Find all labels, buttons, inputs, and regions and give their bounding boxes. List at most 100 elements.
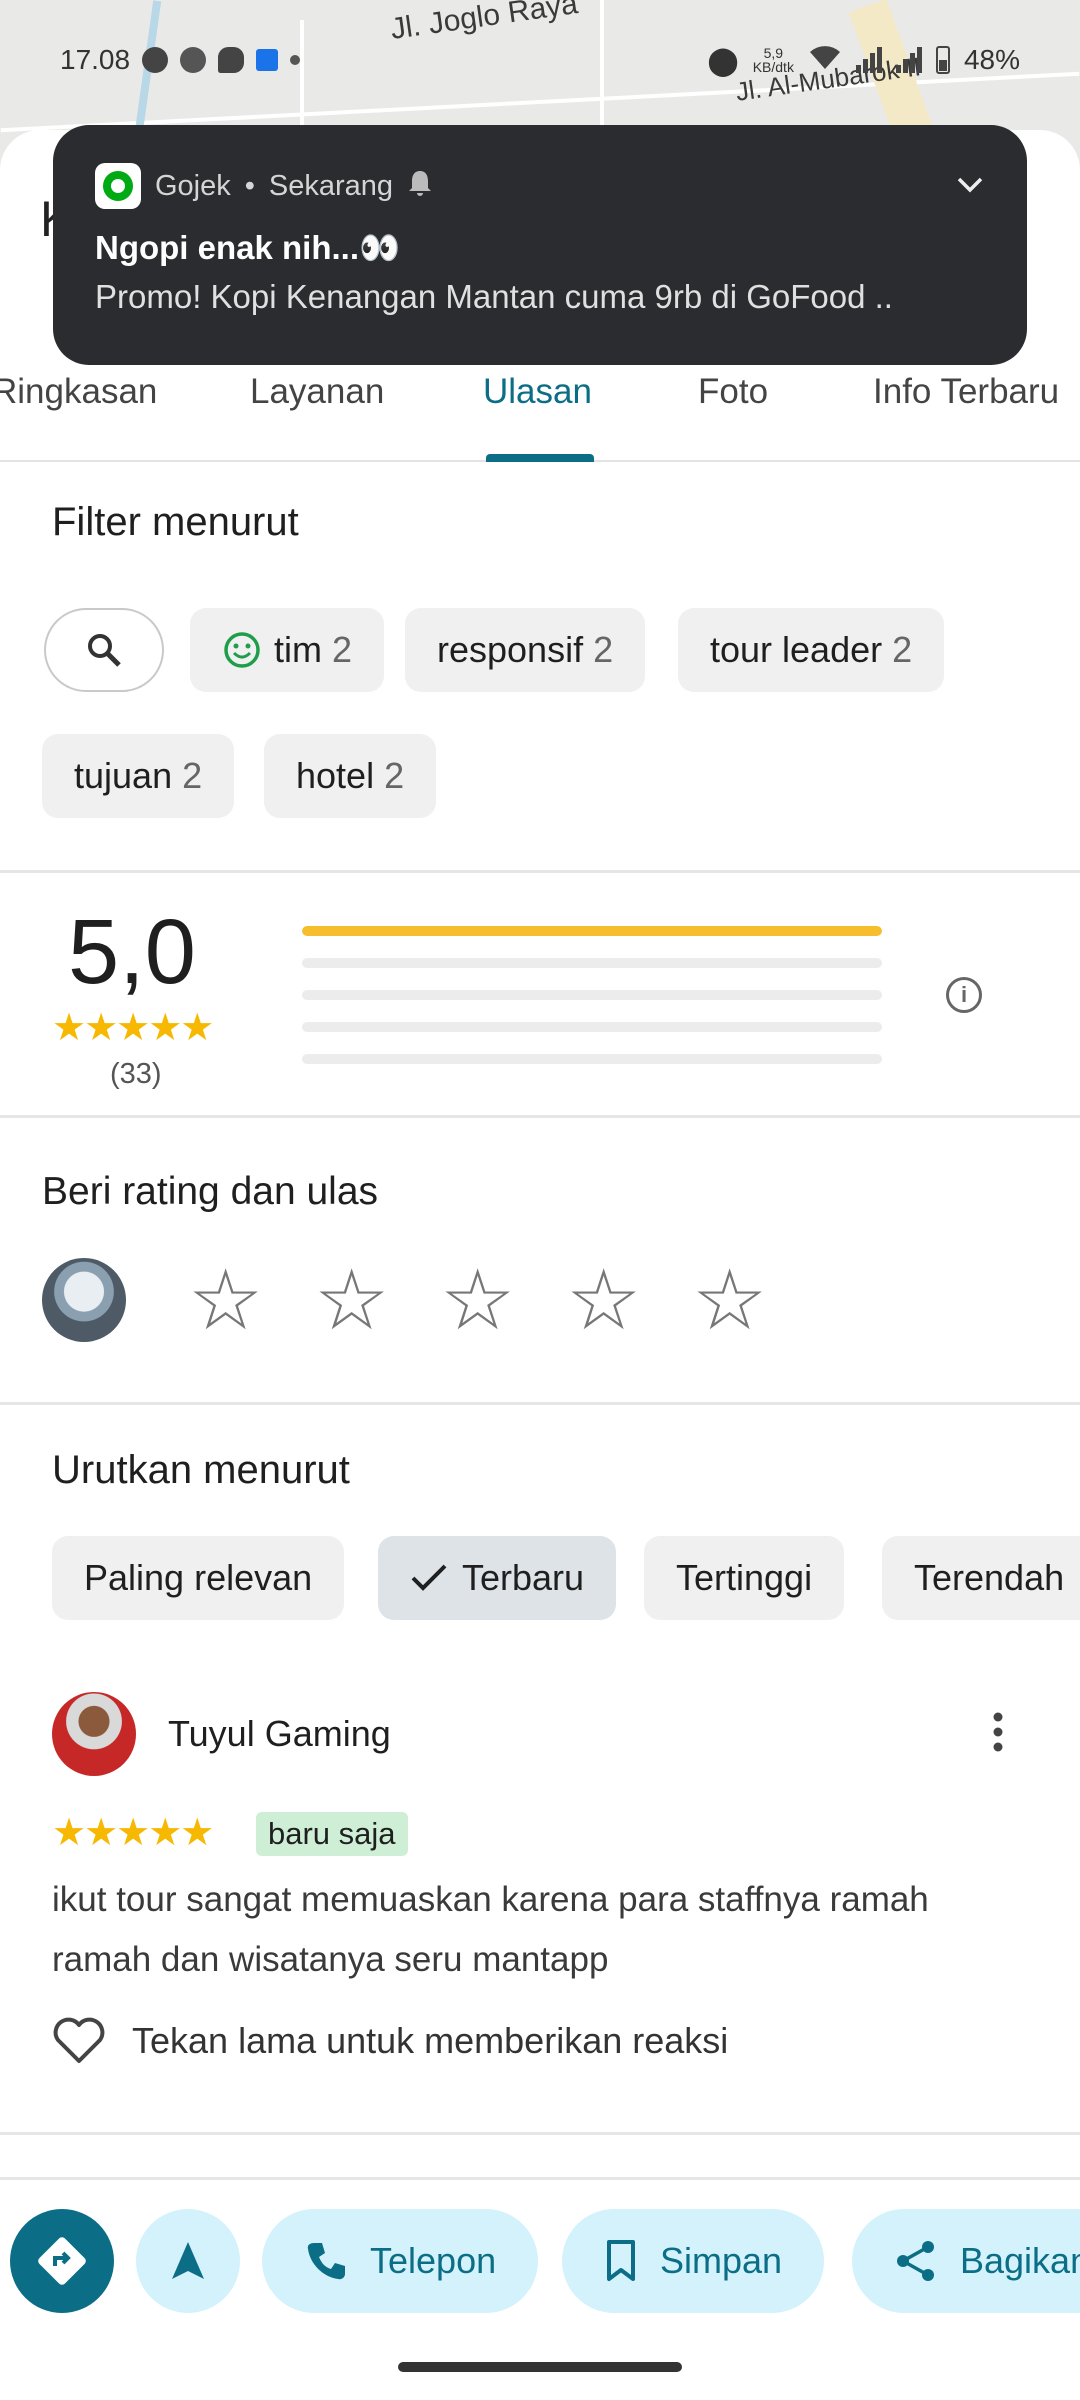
notification-app: Gojek bbox=[155, 169, 231, 202]
tab-bar: Ringkasan Layanan Ulasan Foto Info Terba… bbox=[0, 362, 1080, 462]
chip-count: 2 bbox=[332, 629, 353, 670]
call-button[interactable]: Telepon bbox=[262, 2209, 539, 2313]
tab-layanan[interactable]: Layanan bbox=[250, 372, 384, 412]
gojek-logo-icon bbox=[95, 163, 141, 209]
share-button[interactable]: Bagikan bbox=[852, 2209, 1080, 2313]
divider bbox=[0, 1402, 1080, 1405]
chevron-down-icon[interactable] bbox=[955, 169, 985, 203]
info-icon[interactable]: i bbox=[946, 977, 982, 1013]
share-icon bbox=[897, 2241, 934, 2281]
status-bar: 17.08 ⬤ 5,9 KB/dtk 48% bbox=[0, 30, 1080, 90]
dot-icon bbox=[290, 55, 301, 65]
rating-bar-3 bbox=[302, 990, 882, 1000]
filter-chip-responsif[interactable]: responsif 2 bbox=[405, 608, 646, 692]
directions-button[interactable] bbox=[10, 2209, 114, 2313]
chip-label: tujuan bbox=[74, 755, 173, 796]
smile-icon bbox=[224, 632, 260, 668]
heart-icon bbox=[53, 2017, 105, 2063]
speed-value: 5,9 bbox=[763, 45, 784, 61]
filter-chip-tim[interactable]: tim 2 bbox=[190, 608, 385, 692]
sort-label: Tertinggi bbox=[676, 1557, 813, 1598]
bookmark-icon bbox=[607, 2240, 635, 2281]
chip-label: responsif bbox=[437, 629, 584, 670]
review-stars: ★★★★★ bbox=[52, 1812, 214, 1854]
bell-icon bbox=[407, 169, 433, 204]
status-time: 17.08 bbox=[60, 44, 131, 75]
rate-star-3[interactable]: ☆ bbox=[440, 1258, 515, 1342]
battery-level: 48% bbox=[963, 44, 1020, 75]
reaction-button[interactable]: Tekan lama untuk memberikan reaksi bbox=[52, 2017, 728, 2065]
notification-card[interactable]: Gojek • Sekarang Ngopi enak nih...👀 Prom… bbox=[53, 125, 1027, 365]
tab-ulasan[interactable]: Ulasan bbox=[483, 372, 592, 412]
sort-label: Terendah bbox=[914, 1557, 1065, 1598]
review-search-button[interactable] bbox=[44, 608, 164, 692]
notification-body: Promo! Kopi Kenangan Mantan cuma 9rb di … bbox=[95, 278, 893, 315]
tab-ringkasan[interactable]: Ringkasan bbox=[0, 372, 157, 412]
divider bbox=[0, 1115, 1080, 1118]
rate-star-1[interactable]: ☆ bbox=[188, 1258, 263, 1342]
share-label: Bagikan bbox=[960, 2240, 1080, 2281]
rate-star-4[interactable]: ☆ bbox=[566, 1258, 641, 1342]
filter-chip-hotel[interactable]: hotel 2 bbox=[264, 734, 437, 818]
rating-bar-1 bbox=[302, 1054, 882, 1064]
battery-icon bbox=[935, 46, 950, 74]
rate-star-2[interactable]: ☆ bbox=[314, 1258, 389, 1342]
chip-count: 2 bbox=[593, 629, 614, 670]
review-text[interactable]: ikut tour sangat memuaskan karena para s… bbox=[52, 1870, 1012, 1990]
chip-count: 2 bbox=[384, 755, 405, 796]
average-rating: 5,0 bbox=[68, 901, 196, 1003]
rating-bar-2 bbox=[302, 1022, 882, 1032]
search-icon bbox=[88, 634, 121, 667]
sort-heading: Urutkan menurut bbox=[52, 1448, 350, 1492]
wifi-icon bbox=[808, 43, 842, 78]
more-options-icon[interactable] bbox=[988, 1712, 1008, 1752]
filter-heading: Filter menurut bbox=[52, 500, 299, 544]
bottom-bar-divider bbox=[0, 2177, 1080, 2180]
rating-bar-5 bbox=[302, 926, 882, 936]
chip-label: tour leader bbox=[710, 629, 883, 670]
notification-time: Sekarang bbox=[268, 169, 394, 202]
directions-icon bbox=[38, 2237, 86, 2285]
start-navigation-button[interactable] bbox=[136, 2209, 240, 2313]
message-icon bbox=[218, 47, 245, 73]
network-speed: 5,9 KB/dtk bbox=[753, 46, 794, 74]
home-indicator[interactable] bbox=[398, 2362, 682, 2372]
save-button[interactable]: Simpan bbox=[562, 2209, 825, 2313]
whatsapp-icon bbox=[180, 47, 207, 73]
rate-heading: Beri rating dan ulas bbox=[42, 1170, 379, 1213]
app-icon bbox=[256, 49, 279, 71]
active-tab-indicator bbox=[486, 454, 594, 462]
rate-star-5[interactable]: ☆ bbox=[692, 1258, 767, 1342]
save-label: Simpan bbox=[660, 2240, 783, 2281]
reviewer-name[interactable]: Tuyul Gaming bbox=[168, 1713, 391, 1755]
notification-title: Ngopi enak nih...👀 bbox=[95, 229, 401, 266]
sort-label: Paling relevan bbox=[84, 1557, 313, 1598]
sort-tertinggi[interactable]: Tertinggi bbox=[644, 1536, 845, 1620]
filter-chip-tujuan[interactable]: tujuan 2 bbox=[42, 734, 235, 818]
sort-terbaru[interactable]: Terbaru bbox=[378, 1536, 617, 1620]
gojek-icon bbox=[142, 47, 169, 73]
filter-chip-tour-leader[interactable]: tour leader 2 bbox=[678, 608, 945, 692]
review-time-badge: baru saja bbox=[256, 1812, 408, 1856]
chip-label: hotel bbox=[296, 755, 375, 796]
tab-foto[interactable]: Foto bbox=[698, 372, 768, 412]
phone-icon bbox=[307, 2243, 345, 2280]
chip-count: 2 bbox=[892, 629, 913, 670]
sort-terendah[interactable]: Terendah bbox=[882, 1536, 1080, 1620]
sort-paling-relevan[interactable]: Paling relevan bbox=[52, 1536, 345, 1620]
tab-info-terbaru[interactable]: Info Terbaru bbox=[873, 372, 1059, 412]
user-avatar[interactable] bbox=[42, 1258, 126, 1342]
reaction-hint: Tekan lama untuk memberikan reaksi bbox=[132, 2020, 729, 2061]
signal-icon-2 bbox=[895, 47, 922, 73]
rating-bar-fill bbox=[302, 926, 882, 936]
divider bbox=[0, 870, 1080, 873]
signal-icon bbox=[855, 47, 882, 73]
check-icon bbox=[411, 1564, 447, 1591]
sort-label: Terbaru bbox=[462, 1557, 585, 1598]
call-label: Telepon bbox=[370, 2240, 497, 2281]
notification-separator: • bbox=[244, 169, 255, 202]
reviewer-avatar[interactable] bbox=[52, 1692, 136, 1776]
chip-count: 2 bbox=[182, 755, 203, 796]
rating-bar-4 bbox=[302, 958, 882, 968]
average-stars: ★★★★★ bbox=[52, 1007, 214, 1049]
